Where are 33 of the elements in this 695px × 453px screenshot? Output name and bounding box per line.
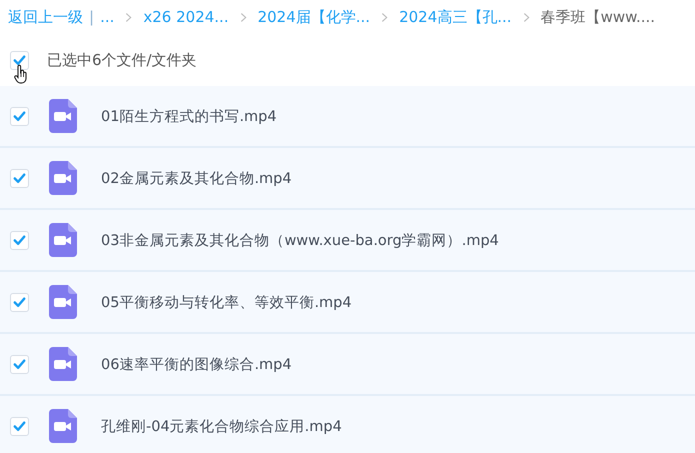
file-name: 02金属元素及其化合物.mp4 [101,170,292,188]
file-name: 06速率平衡的图像综合.mp4 [101,356,292,374]
separator-text: | [89,8,94,26]
breadcrumb-item[interactable]: 春季班【www.... [540,8,656,26]
video-file-icon [49,285,77,319]
checkbox[interactable] [10,168,29,188]
file-row[interactable]: 孔维刚-04元素化合物综合应用.mp4 [0,396,695,453]
file-row[interactable]: 03非金属元素及其化合物（www.xue-ba.org学霸网）.mp4 [0,210,695,272]
file-name: 05平衡移动与转化率、等效平衡.mp4 [101,294,352,312]
file-row[interactable]: 01陌生方程式的书写.mp4 [0,86,695,148]
file-row[interactable]: 02金属元素及其化合物.mp4 [0,148,695,210]
file-name: 孔维刚-04元素化合物综合应用.mp4 [101,418,342,436]
chevron-icon [125,12,132,22]
checkbox[interactable] [10,230,29,250]
file-row[interactable]: 06速率平衡的图像综合.mp4 [0,334,695,396]
checkbox[interactable] [10,354,29,374]
checkbox[interactable] [10,416,29,436]
video-file-icon [49,409,77,443]
checkbox[interactable] [10,292,29,312]
chevron-icon [522,12,530,22]
file-name: 01陌生方程式的书写.mp4 [101,108,277,126]
file-row[interactable]: 05平衡移动与转化率、等效平衡.mp4 [0,272,695,334]
video-file-icon [49,99,77,133]
video-file-icon [49,161,77,195]
hand-cursor-icon [14,64,28,84]
video-file-icon [49,223,77,257]
selection-count: 已选中6个文件/文件夹 [47,50,197,70]
chevron-icon [381,12,388,22]
video-file-icon [49,347,77,381]
checkbox[interactable] [10,50,29,70]
chevron-icon [240,12,247,22]
checkbox[interactable] [10,106,29,126]
file-name: 03非金属元素及其化合物（www.xue-ba.org学霸网）.mp4 [101,232,499,250]
